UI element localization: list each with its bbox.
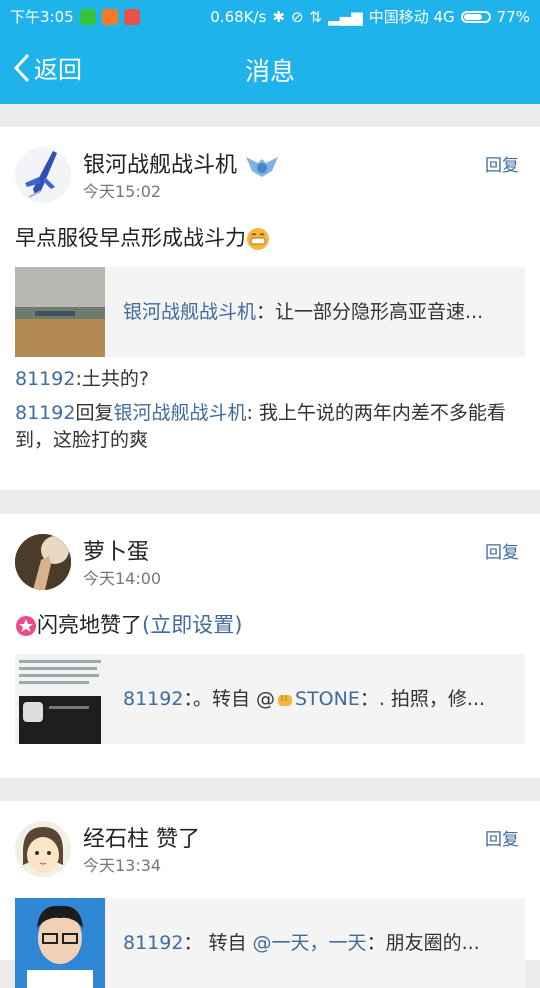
page-title: 消息: [244, 57, 295, 86]
comment: 81192:土共的?: [15, 368, 149, 390]
comment: 81192回复银河战舰战斗机: 我上午说的两年内差不多能看到，这脸打的爽: [15, 402, 506, 451]
message-time: 今天14:00: [83, 569, 162, 588]
grin-emoji-icon: [247, 228, 269, 250]
quoted-text: 81192： 转自 @一天，一天：朋友圈的...: [123, 932, 480, 954]
quoted-user-link[interactable]: 81192: [123, 932, 183, 954]
quoted-post[interactable]: 81192：。转自 @ STONE：. 拍照，修...: [15, 654, 525, 744]
reply-button[interactable]: 回复: [485, 538, 519, 563]
data-arrows-icon: ⇅: [309, 7, 323, 26]
mention-link[interactable]: STONE: [295, 688, 360, 710]
reply-button[interactable]: 回复: [485, 151, 519, 176]
nav-bar: 返回 消息: [0, 32, 540, 104]
mute-icon: ⊘: [290, 7, 304, 26]
comment-user-link[interactable]: 81192: [15, 402, 75, 424]
top-bar: 下午3:05 0.68K/s ✱ ⊘ ⇅ ▂▄▆ 中国移动 4G 77% 返回 …: [0, 0, 540, 104]
wings-badge-icon: [246, 157, 279, 177]
star-badge-icon: [16, 616, 36, 636]
reply-button[interactable]: 回复: [485, 825, 519, 850]
comment-user-link[interactable]: 81192: [15, 368, 75, 390]
sender-name[interactable]: 经石柱 赞了: [83, 821, 200, 853]
signal-icon: ▂▄▆: [328, 7, 363, 26]
battery-icon: [460, 10, 491, 23]
quoted-post[interactable]: 银河战舰战斗机：让一部分隐形高亚音速...: [15, 267, 525, 357]
post-thumbnail: [15, 898, 105, 988]
sender-name[interactable]: 银河战舰战斗机: [83, 147, 280, 179]
quoted-post[interactable]: 81192： 转自 @一天，一天：朋友圈的...: [15, 898, 525, 988]
message-card: 经石柱 赞了 今天13:34 回复 81192： 转自 @一天，一天：朋友圈的.…: [0, 801, 540, 988]
avatar[interactable]: [15, 147, 71, 203]
quoted-text: 81192：。转自 @ STONE：. 拍照，修...: [123, 688, 486, 710]
comment-target-link[interactable]: 银河战舰战斗机: [113, 402, 246, 424]
message-card: 银河战舰战斗机 今天15:02 回复 早点服役早点形成战斗力 银河战舰战斗机：让…: [0, 127, 540, 490]
message-content: 闪亮地赞了(立即设置): [15, 609, 242, 639]
quoted-user-link[interactable]: 81192: [123, 688, 183, 710]
bluetooth-icon: ✱: [272, 7, 285, 26]
post-thumbnail: [15, 267, 105, 357]
calendar-notification-icon: [123, 8, 140, 25]
status-time: 下午3:05: [10, 8, 74, 26]
set-now-link[interactable]: (立即设置): [142, 613, 242, 637]
net-speed: 0.68K/s: [210, 7, 267, 26]
status-bar: 下午3:05 0.68K/s ✱ ⊘ ⇅ ▂▄▆ 中国移动 4G 77%: [0, 0, 540, 32]
post-thumbnail: [15, 654, 105, 744]
message-content: 早点服役早点形成战斗力: [15, 222, 270, 252]
battery-percent: 77%: [496, 7, 530, 26]
mention-link[interactable]: @一天，一天: [253, 932, 367, 954]
message-time: 今天13:34: [83, 856, 162, 875]
sender-name[interactable]: 萝卜蛋: [83, 534, 149, 566]
carrier-label: 中国移动 4G: [368, 8, 455, 26]
message-card: 萝卜蛋 今天14:00 回复 闪亮地赞了(立即设置) 81192：。转自 @ ST…: [0, 514, 540, 778]
fist-emoji-icon: [278, 694, 292, 706]
quoted-author-link[interactable]: 银河战舰战斗机: [123, 301, 256, 323]
app-notification-icon: [101, 8, 118, 25]
quoted-text: 银河战舰战斗机：让一部分隐形高亚音速...: [123, 301, 484, 323]
avatar[interactable]: [15, 821, 71, 877]
wechat-notification-icon: [79, 8, 96, 25]
message-time: 今天15:02: [83, 182, 162, 201]
avatar[interactable]: [15, 534, 71, 590]
